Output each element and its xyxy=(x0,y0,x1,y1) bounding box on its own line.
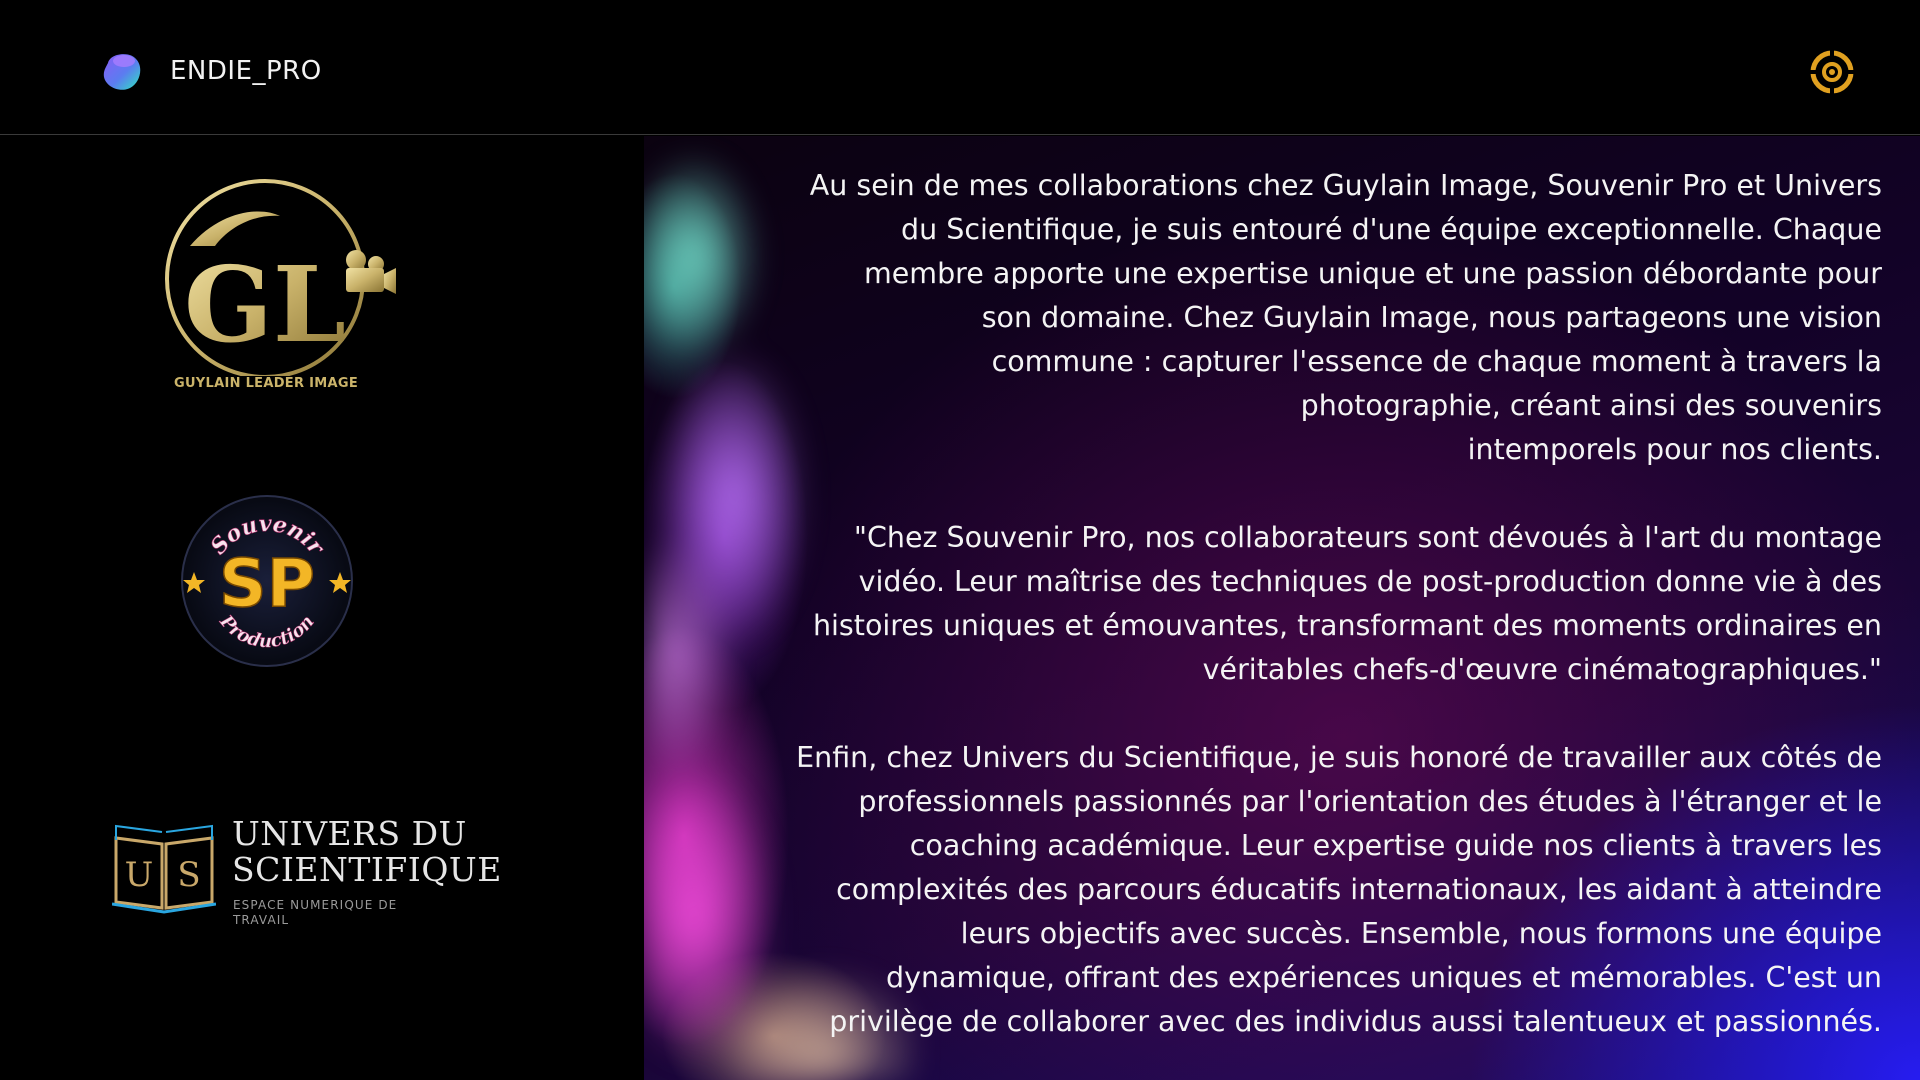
gear-icon xyxy=(1810,50,1854,94)
svg-text:SP: SP xyxy=(219,545,315,622)
univers-title: UNIVERS DU SCIENTIFIQUE xyxy=(232,814,502,889)
paragraph-univers: Enfin, chez Univers du Scientifique, je … xyxy=(796,741,1882,1038)
guylain-leader-image-logo: GL GUYLAIN LEADER IMAGE xyxy=(160,176,400,401)
paragraph-guylain: Au sein de mes collaborations chez Guyla… xyxy=(809,169,1882,466)
brand-name: ENDIE_PRO xyxy=(170,56,322,86)
gl-emblem-icon: GL xyxy=(165,179,396,379)
partner-sidebar: GL GUYLAIN LEADER IMAGE Souvenir SP Prod… xyxy=(0,136,644,1080)
collaboration-text: Au sein de mes collaborations chez Guyla… xyxy=(754,164,1882,1080)
univers-du-scientifique-logo: U S UNIVERS DU SCIENTIFIQUE ESPACE NUMER… xyxy=(112,816,501,927)
svg-text:U: U xyxy=(125,855,154,895)
gl-caption: GUYLAIN LEADER IMAGE xyxy=(173,376,359,391)
open-book-icon: U S xyxy=(112,824,216,914)
souvenir-emblem-icon: Souvenir SP Production xyxy=(181,495,353,667)
settings-button[interactable] xyxy=(1808,48,1856,96)
blob-logo-icon xyxy=(103,54,141,90)
camera-icon xyxy=(346,250,396,294)
paragraph-souvenir: "Chez Souvenir Pro, nos collaborateurs s… xyxy=(812,521,1882,686)
svg-text:GL: GL xyxy=(184,243,346,366)
svg-text:S: S xyxy=(177,855,200,895)
univers-subtitle: ESPACE NUMERIQUE DE TRAVAIL xyxy=(233,898,398,927)
collaboration-content: Au sein de mes collaborations chez Guyla… xyxy=(644,136,1920,1080)
brand-home-link[interactable]: ENDIE_PRO xyxy=(100,49,322,93)
souvenir-production-logo: Souvenir SP Production xyxy=(180,494,354,668)
top-bar: ENDIE_PRO xyxy=(0,0,1920,135)
